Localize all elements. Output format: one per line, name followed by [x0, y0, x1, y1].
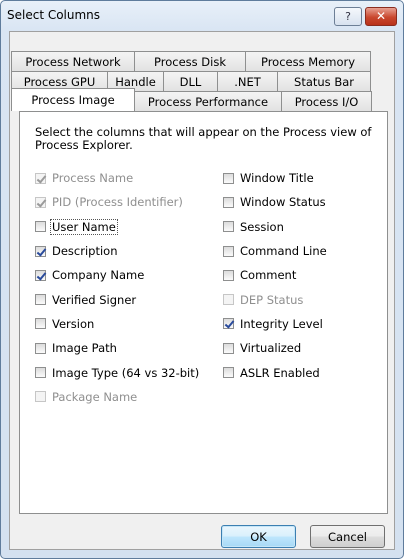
checkbox-box[interactable]: [223, 318, 234, 330]
checkbox-box[interactable]: [35, 367, 46, 379]
tab-status-bar[interactable]: Status Bar: [277, 71, 371, 91]
checkbox-box[interactable]: [35, 318, 46, 330]
tab-panel-process-image: Select the columns that will appear on t…: [19, 111, 388, 514]
checkbox-label: Process Name: [52, 171, 134, 186]
tab-dll[interactable]: DLL: [163, 71, 218, 91]
checkbox-window-status[interactable]: Window Status: [223, 190, 327, 214]
close-button[interactable]: ✕: [365, 7, 397, 26]
checkbox-box: [35, 391, 46, 403]
checkbox-label: Comment: [240, 268, 297, 283]
checkbox-box[interactable]: [223, 245, 234, 257]
ok-button[interactable]: OK: [221, 525, 296, 548]
checkbox-image-path[interactable]: Image Path: [35, 336, 199, 360]
checkbox-label: Description: [52, 244, 118, 259]
checkbox-label: Window Status: [240, 195, 326, 210]
left-checkbox-column: Process Name PID (Process Identifier) User…: [35, 166, 199, 409]
checkbox-label: PID (Process Identifier): [52, 195, 183, 210]
checkbox-command-line[interactable]: Command Line: [223, 239, 327, 263]
tab-row-3: Process Image Process Performance Process …: [11, 88, 372, 111]
checkbox-label: DEP Status: [240, 292, 304, 307]
checkbox-user-name[interactable]: User Name: [35, 215, 199, 239]
checkbox-label: Window Title: [240, 171, 314, 186]
cancel-button[interactable]: Cancel: [310, 525, 385, 548]
checkbox-comment[interactable]: Comment: [223, 263, 327, 287]
checkbox-process-name: Process Name: [35, 166, 199, 190]
checkbox-label: Image Path: [52, 341, 117, 356]
checkbox-label: User Name: [50, 218, 118, 235]
instructions-text: Select the columns that will appear on t…: [35, 125, 372, 152]
checkbox-label: ASLR Enabled: [240, 365, 320, 380]
checkbox-label: Session: [240, 219, 284, 234]
checkbox-label: Version: [52, 316, 95, 331]
title-bar[interactable]: Select Columns ? ✕: [1, 1, 403, 31]
checkbox-description[interactable]: Description: [35, 239, 199, 263]
checkbox-pid-process-identifier: PID (Process Identifier): [35, 190, 199, 214]
checkbox-integrity-level[interactable]: Integrity Level: [223, 312, 327, 336]
checkbox-image-type-64-vs-32-bit[interactable]: Image Type (64 vs 32-bit): [35, 360, 199, 384]
checkbox-window-title[interactable]: Window Title: [223, 166, 327, 190]
checkbox-label: Image Type (64 vs 32-bit): [52, 365, 200, 380]
window-title: Select Columns: [7, 8, 101, 22]
checkbox-session[interactable]: Session: [223, 215, 327, 239]
checkbox-label: Verified Signer: [52, 292, 137, 307]
checkbox-label: Company Name: [52, 268, 145, 283]
checkbox-box[interactable]: [223, 221, 234, 233]
checkbox-box[interactable]: [35, 245, 46, 257]
checkbox-box[interactable]: [35, 269, 46, 281]
checkbox-box[interactable]: [223, 172, 234, 184]
checkbox-box[interactable]: [223, 269, 234, 281]
checkbox-box: [35, 172, 46, 184]
checkbox-label: Package Name: [52, 389, 138, 404]
checkbox-box[interactable]: [223, 196, 234, 208]
checkbox-box[interactable]: [35, 294, 46, 306]
tab-process-i-o[interactable]: Process I/O: [281, 91, 372, 111]
checkbox-box[interactable]: [223, 342, 234, 354]
checkbox-box[interactable]: [35, 221, 46, 233]
select-columns-dialog: Select Columns ? ✕ Process Network Proces…: [0, 0, 404, 559]
tab-process-network[interactable]: Process Network: [11, 51, 135, 71]
tab-process-memory[interactable]: Process Memory: [245, 51, 371, 71]
tab-process-image[interactable]: Process Image: [11, 88, 135, 111]
checkbox-company-name[interactable]: Company Name: [35, 263, 199, 287]
right-checkbox-column: Window Title Window Status Session Command …: [223, 166, 327, 385]
checkbox-box: [223, 294, 234, 306]
checkbox-version[interactable]: Version: [35, 312, 199, 336]
checkbox-label: Integrity Level: [240, 316, 323, 331]
checkbox-box[interactable]: [35, 342, 46, 354]
checkbox-package-name: Package Name: [35, 385, 199, 409]
checkbox-box[interactable]: [223, 367, 234, 379]
checkbox-virtualized[interactable]: Virtualized: [223, 336, 327, 360]
checkbox-dep-status: DEP Status: [223, 287, 327, 311]
help-button[interactable]: ?: [334, 7, 362, 26]
checkbox-label: Command Line: [240, 244, 327, 259]
checkbox-aslr-enabled[interactable]: ASLR Enabled: [223, 360, 327, 384]
tab-process-disk[interactable]: Process Disk: [134, 51, 246, 71]
tab-process-performance[interactable]: Process Performance: [134, 91, 282, 111]
checkbox-box: [35, 196, 46, 208]
tab-net[interactable]: .NET: [217, 71, 278, 91]
checkbox-label: Virtualized: [240, 341, 302, 356]
tab-row-1: Process Network Process Disk Process Memor…: [11, 51, 371, 71]
checkbox-verified-signer[interactable]: Verified Signer: [35, 287, 199, 311]
